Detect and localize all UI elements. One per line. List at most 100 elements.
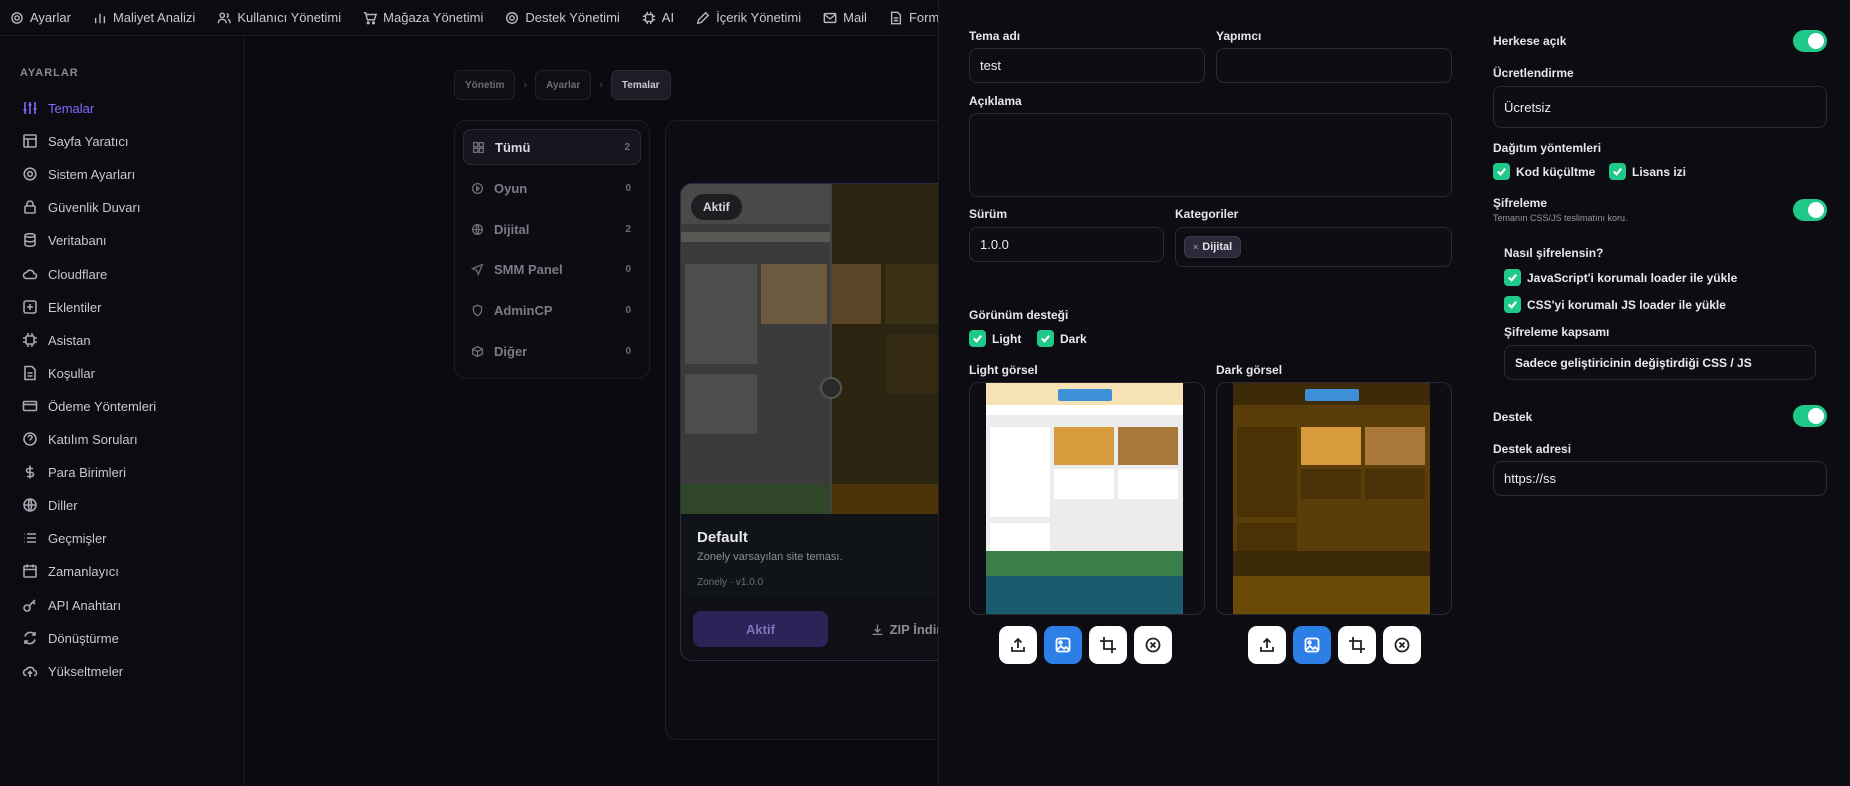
sidebar-item-label: Cloudflare bbox=[48, 266, 108, 282]
nav-icerik-yonetimi[interactable]: İçerik Yönetimi bbox=[696, 10, 801, 25]
sidebar-item-veritaban-[interactable]: Veritabanı bbox=[22, 232, 107, 248]
dark-crop-button[interactable] bbox=[1338, 626, 1376, 664]
theme-title: Default bbox=[697, 529, 748, 546]
pricing-select[interactable]: Ücretsiz bbox=[1493, 86, 1827, 128]
sidebar-item-label: Sayfa Yaratıcı bbox=[48, 133, 129, 149]
sidebar-item-cloudflare[interactable]: Cloudflare bbox=[22, 266, 107, 282]
theme-name-label: Tema adı bbox=[969, 29, 1021, 43]
light-remove-button[interactable] bbox=[1134, 626, 1172, 664]
light-upload-button[interactable] bbox=[999, 626, 1037, 664]
categories-select[interactable]: × Dijital bbox=[1175, 227, 1452, 267]
box-icon bbox=[471, 345, 484, 357]
category-filter-panel: Tümü 2 Oyun 0 Dijital 2 SMM Panel 0 Admi… bbox=[454, 120, 650, 379]
gear-icon bbox=[11, 11, 23, 24]
filter-dijital[interactable]: Dijital 2 bbox=[463, 211, 641, 247]
sidebar-item-asistan[interactable]: Asistan bbox=[22, 332, 91, 348]
activate-button[interactable]: Aktif bbox=[693, 611, 828, 647]
chevron-right-icon: › bbox=[523, 79, 528, 91]
image-icon bbox=[1055, 637, 1071, 653]
sidebar-item-api-anahtar-[interactable]: API Anahtarı bbox=[22, 597, 121, 613]
pricing-label: Ücretlendirme bbox=[1493, 66, 1574, 80]
minify-checkbox-label: Kod küçültme bbox=[1516, 164, 1596, 179]
light-image-label: Light görsel bbox=[969, 363, 1038, 377]
sidebar-item-diller[interactable]: Diller bbox=[22, 497, 78, 513]
filter-smm-panel[interactable]: SMM Panel 0 bbox=[463, 251, 641, 287]
sidebar-item-label: Zamanlayıcı bbox=[48, 563, 119, 579]
document-icon bbox=[24, 365, 36, 381]
theme-name-input[interactable]: test bbox=[969, 48, 1205, 83]
nav-ai[interactable]: AI bbox=[642, 10, 674, 25]
description-textarea[interactable] bbox=[969, 113, 1452, 197]
plus-square-icon bbox=[23, 300, 37, 314]
sidebar-item-sayfa-yarat-c-[interactable]: Sayfa Yaratıcı bbox=[22, 133, 128, 149]
css-loader-checkbox[interactable]: CSS'yi korumalı JS loader ile yükle bbox=[1504, 296, 1726, 313]
nav-maliyet-analizi[interactable]: Maliyet Analizi bbox=[93, 10, 195, 25]
filter-tumu[interactable]: Tümü 2 bbox=[463, 129, 641, 165]
js-loader-checkbox[interactable]: JavaScript'i korumalı loader ile yükle bbox=[1504, 269, 1737, 286]
sidebar-item-label: Güvenlik Duvarı bbox=[48, 199, 141, 215]
license-checkbox-label: Lisans izi bbox=[1632, 164, 1687, 179]
nav-ayarlar[interactable]: Ayarlar bbox=[10, 10, 71, 25]
version-input[interactable]: 1.0.0 bbox=[969, 227, 1164, 262]
category-chip-label: Dijital bbox=[1202, 241, 1233, 253]
breadcrumb-ayarlar[interactable]: Ayarlar bbox=[535, 70, 592, 100]
sidebar-item-zamanlay-c-[interactable]: Zamanlayıcı bbox=[22, 563, 119, 579]
users-icon bbox=[217, 11, 232, 23]
light-gallery-button[interactable] bbox=[1044, 626, 1082, 664]
sidebar-item-g-venlik-duvar-[interactable]: Güvenlik Duvarı bbox=[22, 199, 140, 215]
scope-select[interactable]: Sadece geliştiricinin değiştirdiği CSS /… bbox=[1504, 345, 1816, 380]
filter-oyun[interactable]: Oyun 0 bbox=[463, 170, 641, 206]
encryption-toggle[interactable] bbox=[1793, 199, 1827, 221]
theme-card[interactable]: Aktif Default Zonely varsayılan site tem… bbox=[680, 183, 938, 661]
cart-icon bbox=[364, 11, 378, 24]
sidebar-item--deme-y-ntemleri[interactable]: Ödeme Yöntemleri bbox=[22, 398, 156, 414]
filter-diger[interactable]: Diğer 0 bbox=[463, 333, 641, 369]
dark-checkbox[interactable]: Dark bbox=[1037, 330, 1087, 347]
nav-label: Mağaza Yönetimi bbox=[383, 10, 484, 25]
close-circle-icon bbox=[1394, 637, 1410, 653]
light-checkbox[interactable]: Light bbox=[969, 330, 1021, 347]
author-input[interactable] bbox=[1216, 48, 1452, 83]
dark-upload-button[interactable] bbox=[1248, 626, 1286, 664]
sidebar-item-eklentiler[interactable]: Eklentiler bbox=[22, 299, 101, 315]
sidebar-item-ko-ullar[interactable]: Koşullar bbox=[22, 365, 95, 381]
support-address-input[interactable]: https://ss bbox=[1493, 461, 1827, 496]
dark-preview-half bbox=[831, 184, 938, 514]
public-toggle[interactable] bbox=[1793, 30, 1827, 52]
sidebar-item-label: Koşullar bbox=[48, 365, 95, 381]
light-crop-button[interactable] bbox=[1089, 626, 1127, 664]
dark-remove-button[interactable] bbox=[1383, 626, 1421, 664]
theme-preview-compare[interactable]: Aktif bbox=[681, 184, 938, 514]
check-icon bbox=[1497, 168, 1507, 176]
nav-label: Ayarlar bbox=[30, 10, 71, 25]
sidebar-item-temalar[interactable]: Temalar bbox=[22, 100, 94, 116]
filter-admincp[interactable]: AdminCP 0 bbox=[463, 292, 641, 328]
sidebar-item-y-kseltmeler[interactable]: Yükseltmeler bbox=[22, 663, 123, 679]
sidebar-item-label: Veritabanı bbox=[48, 232, 107, 248]
zip-download-button[interactable]: ZIP İndir bbox=[841, 611, 938, 647]
sliders-icon bbox=[23, 102, 37, 114]
compare-slider-handle[interactable] bbox=[820, 377, 842, 399]
sidebar-item-ge-mi-ler[interactable]: Geçmişler bbox=[22, 530, 107, 546]
dark-gallery-button[interactable] bbox=[1293, 626, 1331, 664]
sidebar-item-para-birimleri[interactable]: Para Birimleri bbox=[22, 464, 126, 480]
category-chip[interactable]: × Dijital bbox=[1184, 236, 1242, 258]
nav-kullanici-yonetimi[interactable]: Kullanıcı Yönetimi bbox=[217, 10, 341, 25]
chip-remove-icon[interactable]: × bbox=[1193, 242, 1198, 252]
theme-edit-drawer: Tema adı test Yapımcı Açıklama Sürüm 1.0… bbox=[938, 0, 1850, 786]
license-checkbox[interactable]: Lisans izi bbox=[1609, 163, 1686, 180]
theme-description: Zonely varsayılan site teması. bbox=[697, 551, 843, 563]
sidebar-item-d-n-t-rme[interactable]: Dönüştürme bbox=[22, 630, 119, 646]
nav-mail[interactable]: Mail bbox=[823, 10, 867, 25]
minify-checkbox[interactable]: Kod küçültme bbox=[1493, 163, 1595, 180]
active-badge: Aktif bbox=[691, 194, 742, 220]
support-label: Destek bbox=[1493, 410, 1533, 424]
sidebar-item-sistem-ayarlar-[interactable]: Sistem Ayarları bbox=[22, 166, 135, 182]
breadcrumb-yonetim[interactable]: Yönetim bbox=[454, 70, 516, 100]
nav-magaza-yonetimi[interactable]: Mağaza Yönetimi bbox=[363, 10, 483, 25]
dark-image-preview bbox=[1216, 382, 1452, 615]
nav-destek-yonetimi[interactable]: Destek Yönetimi bbox=[505, 10, 620, 25]
sidebar-item-kat-l-m-sorular-[interactable]: Katılım Soruları bbox=[22, 431, 138, 447]
filter-label: Oyun bbox=[494, 180, 528, 196]
support-toggle[interactable] bbox=[1793, 405, 1827, 427]
